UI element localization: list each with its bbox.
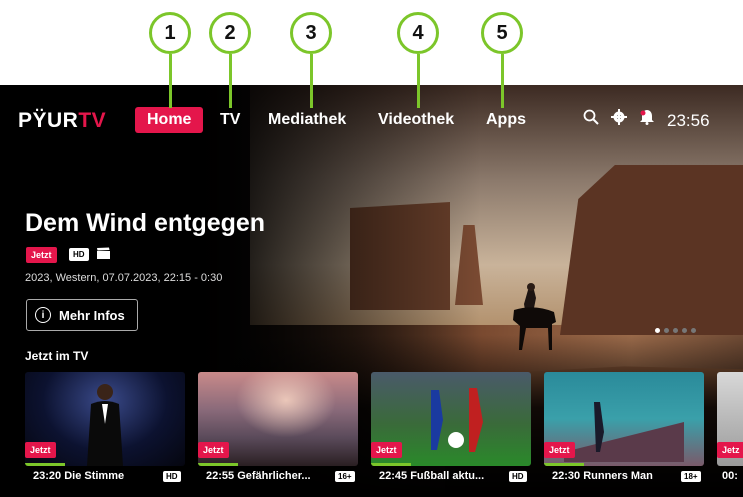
- card-caption: 22:30 Runners Man: [552, 470, 653, 482]
- nav-home[interactable]: Home: [135, 107, 204, 133]
- progress-bar: [371, 463, 411, 466]
- live-badge: Jetzt: [198, 442, 229, 458]
- progress-bar: [25, 463, 65, 466]
- callout-3: 3: [290, 12, 332, 54]
- card-caption: 00:: [722, 470, 738, 482]
- carousel-dot[interactable]: [682, 328, 687, 333]
- card-caption: 22:55 Gefährlicher...: [206, 470, 311, 482]
- carousel-dot[interactable]: [673, 328, 678, 333]
- tv-card[interactable]: Jetzt: [371, 372, 531, 466]
- hero-meta: 2023, Western, 07.07.2023, 22:15 - 0:30: [25, 272, 223, 284]
- callout-2-line: [229, 54, 232, 108]
- more-info-button[interactable]: i Mehr Infos: [26, 299, 138, 331]
- pyur-tv-logo[interactable]: PŸURTV: [18, 109, 106, 133]
- progress-bar: [198, 463, 238, 466]
- callout-4: 4: [397, 12, 439, 54]
- hd-badge: HD: [69, 248, 89, 261]
- card-tag: HD: [509, 471, 527, 482]
- card-tag: HD: [163, 471, 181, 482]
- clock: 23:56: [667, 111, 710, 130]
- clapperboard-icon: [97, 247, 110, 259]
- live-badge: Jetzt: [544, 442, 575, 458]
- live-badge: Jetzt: [371, 442, 402, 458]
- carousel-dot[interactable]: [655, 328, 660, 333]
- nav-videothek[interactable]: Videothek: [378, 107, 454, 133]
- carousel-dots[interactable]: [655, 328, 696, 333]
- tv-card[interactable]: Jetzt: [544, 372, 704, 466]
- callout-2: 2: [209, 12, 251, 54]
- callout-4-line: [417, 54, 420, 108]
- callout-1-line: [169, 54, 172, 108]
- runner-thumbnail: [564, 402, 684, 462]
- info-icon: i: [35, 307, 51, 323]
- hero-mesa-right: [560, 165, 743, 335]
- callout-5-line: [501, 54, 504, 108]
- bell-icon[interactable]: [639, 109, 655, 125]
- carousel-dot[interactable]: [664, 328, 669, 333]
- callout-5: 5: [481, 12, 523, 54]
- live-badge: Jetzt: [26, 247, 57, 263]
- card-caption: 23:20 Die Stimme: [33, 470, 125, 482]
- hero-title: Dem Wind entgegen: [25, 209, 266, 237]
- card-caption: 22:45 Fußball aktu...: [379, 470, 485, 482]
- tv-card[interactable]: Jetzt: [25, 372, 185, 466]
- tv-screen: PŸURTV Home TV Mediathek Videothek Apps …: [0, 85, 743, 497]
- live-badge: Jetz: [717, 442, 743, 458]
- nav-mediathek[interactable]: Mediathek: [268, 107, 346, 133]
- football-thumbnail: [431, 388, 483, 452]
- more-info-label: Mehr Infos: [59, 307, 125, 323]
- nav-apps[interactable]: Apps: [486, 107, 526, 133]
- progress-bar: [544, 463, 584, 466]
- tv-card[interactable]: Jetz: [717, 372, 743, 466]
- card-tag: 16+: [335, 471, 355, 482]
- carousel-dot[interactable]: [691, 328, 696, 333]
- singer-thumbnail: [87, 384, 123, 466]
- tv-card[interactable]: Jetzt: [198, 372, 358, 466]
- search-icon[interactable]: [583, 109, 599, 125]
- callout-3-line: [310, 54, 313, 108]
- row-title: Jetzt im TV: [25, 349, 89, 363]
- card-tag: 18+: [681, 471, 701, 482]
- gear-icon[interactable]: [611, 109, 627, 125]
- nav-tv[interactable]: TV: [220, 107, 240, 133]
- live-badge: Jetzt: [25, 442, 56, 458]
- callout-1: 1: [149, 12, 191, 54]
